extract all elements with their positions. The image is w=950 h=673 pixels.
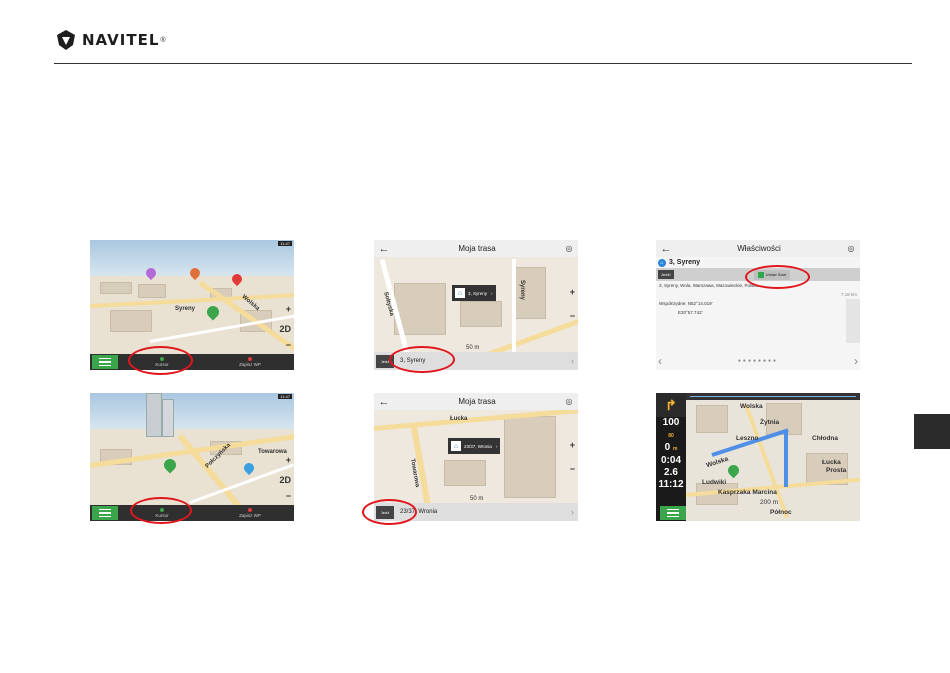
screen-title: Właściwości (737, 244, 781, 253)
zoom-out-button[interactable]: − (286, 491, 291, 501)
map-sky (90, 393, 294, 433)
street-label: Wolska (705, 455, 730, 470)
section-tab (914, 414, 950, 449)
title-bar: ← Właściwości ◎ (656, 240, 860, 258)
street-label: Kasprzaka Marcina (718, 489, 777, 496)
save-wp-button[interactable]: Zapisz WP (206, 357, 294, 367)
back-arrow-icon[interactable]: ← (374, 243, 394, 255)
chevron-right-icon: › (571, 507, 574, 517)
screenshot-navigation: Wolska Żytnia Chłodna Leszno Wolska Ludw… (656, 393, 860, 521)
header-divider (54, 63, 912, 64)
distance-left: 0 m (664, 442, 678, 453)
page-dots: ●●●●●●●● (737, 358, 779, 364)
arrival-time: 11:12 (658, 479, 684, 490)
highlight-oval (362, 499, 417, 525)
screenshot-map-cursor-2: Połczyńska Towarowa 11:47 + 2D − Kursor … (90, 393, 294, 521)
screen-title: Moja trasa (458, 397, 496, 406)
home-icon: ⌂ (451, 441, 461, 451)
route-line (784, 431, 788, 487)
nav-info-panel: ↱ 100 80 0 m 0:04 2.6 11:12 (656, 393, 686, 521)
street-label: Łucka (450, 416, 468, 422)
map-view[interactable]: Łucka Towarowa ⌂ 23/37, Wronia › 50 m + … (374, 410, 578, 503)
street-label: Prosta (826, 467, 847, 474)
menu-button[interactable] (660, 506, 686, 520)
location-popup[interactable]: ⌂ 23/37, Wronia › (448, 438, 501, 454)
location-popup[interactable]: ⌂ 3, Syreny › (452, 285, 496, 301)
highlight-oval (389, 346, 455, 373)
zoom-in-button[interactable]: + (286, 304, 291, 314)
street-label: Żytnia (760, 419, 780, 426)
street-label: Północ (770, 509, 792, 516)
street-label: Towarowa (258, 449, 287, 455)
back-arrow-icon[interactable]: ← (374, 396, 394, 408)
go-button[interactable]: Jedź! (658, 270, 674, 279)
street-label: Łucka (822, 459, 841, 466)
navitel-logo-icon (57, 30, 75, 50)
globe-icon[interactable]: ◎ (842, 244, 860, 253)
status-bar: 11:47 (278, 394, 292, 399)
street-label: Syreny (519, 279, 526, 301)
globe-icon[interactable]: ◎ (560, 397, 578, 406)
zoom-out-button[interactable]: − (570, 464, 575, 474)
zoom-out-button[interactable]: − (570, 311, 575, 321)
screenshot-properties: ← Właściwości ◎ ⌂ 3, Syreny Jedź! Ustaw S… (656, 240, 860, 370)
distance-total: 2.6 (664, 467, 678, 478)
zoom-in-button[interactable]: + (570, 287, 575, 297)
chevron-right-icon: › (491, 290, 493, 296)
start-flag-icon (725, 462, 742, 479)
highlight-oval (745, 265, 810, 289)
speed-readout: 100 (662, 417, 680, 428)
title-bar: ← Moja trasa ◎ (374, 393, 578, 411)
menu-button[interactable] (92, 506, 118, 520)
highlight-oval (128, 346, 193, 375)
street-label: Ludwiki (702, 479, 727, 486)
home-icon: ⌂ (455, 288, 465, 298)
navitel-logo: NAVITEL ® (54, 27, 166, 53)
highlight-oval (130, 497, 192, 524)
menu-button[interactable] (92, 355, 118, 369)
screen-title: Moja trasa (458, 244, 496, 253)
status-bar: 11:47 (278, 241, 292, 246)
zoom-in-button[interactable]: + (286, 455, 291, 465)
street-label: Syreny (175, 306, 196, 312)
screenshot-map-cursor: Syreny Wolska 11:47 + 2D − Kursor Zapisz… (90, 240, 294, 370)
coords-line-2: E20°57.742' (678, 310, 703, 315)
coords-line-1: Współrzędne: N52°14.019' (659, 301, 713, 306)
map-scale: 50 m (466, 345, 480, 351)
map-view[interactable]: Sołtyska Syreny ⌂ 3, Syreny › 50 m + − (374, 257, 578, 352)
zoom-out-button[interactable]: − (286, 340, 291, 350)
title-bar: ← Moja trasa ◎ (374, 240, 578, 258)
home-icon: ⌂ (658, 258, 666, 267)
street-label: Wolska (740, 403, 763, 410)
back-arrow-icon[interactable]: ← (656, 243, 676, 255)
side-action-bar[interactable] (846, 299, 860, 343)
street-label: Chłodna (812, 435, 838, 442)
time-left: 0:04 (660, 455, 681, 466)
map-scale: 200 m (760, 499, 779, 506)
globe-icon[interactable]: ◎ (560, 244, 578, 253)
view-2d-button[interactable]: 2D (279, 475, 291, 485)
street-label: Leszno (736, 435, 759, 442)
next-arrow-icon[interactable]: › (854, 354, 858, 368)
speed-limit: 80 (668, 433, 674, 439)
distance-text: 7.18 km (840, 292, 857, 297)
brand-name: NAVITEL (82, 31, 160, 49)
route-progress-bar (686, 393, 860, 400)
chevron-right-icon: › (571, 356, 574, 366)
chevron-right-icon: › (495, 443, 498, 449)
view-2d-button[interactable]: 2D (279, 324, 291, 334)
zoom-in-button[interactable]: + (570, 440, 575, 450)
save-wp-button[interactable]: Zapisz WP (206, 508, 294, 518)
bottom-toolbar: Kursor Zapisz WP (90, 505, 294, 521)
turn-arrow-icon: ↱ (656, 393, 686, 417)
map-scale: 50 m (470, 496, 484, 502)
brand-reg: ® (160, 36, 166, 44)
